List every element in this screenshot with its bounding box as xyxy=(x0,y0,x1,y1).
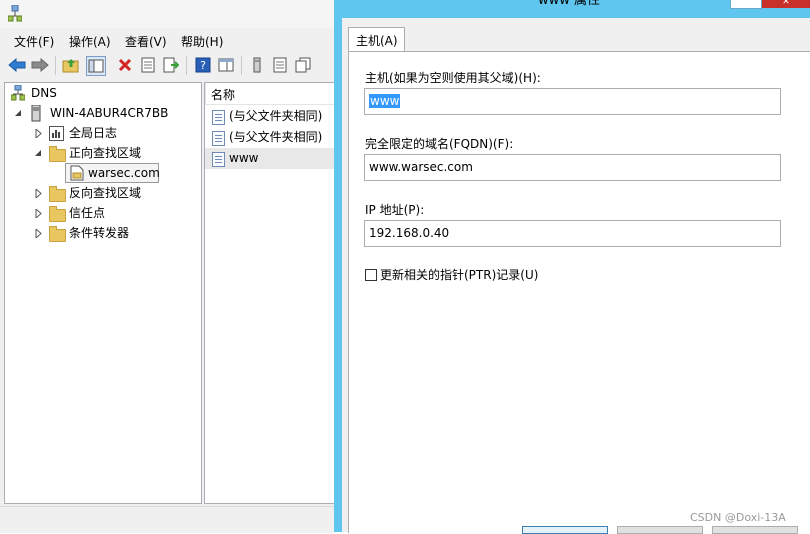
cancel-button[interactable] xyxy=(617,526,703,534)
menu-file[interactable]: 文件(F) xyxy=(14,33,54,50)
toolbar: ? xyxy=(0,52,334,79)
delete-icon[interactable] xyxy=(116,56,134,74)
ip-address-input[interactable]: 192.168.0.40 xyxy=(364,220,781,247)
column-header-label: 名称 xyxy=(211,88,236,102)
tree-item-label: warsec.com xyxy=(88,166,160,180)
menu-action[interactable]: 操作(A) xyxy=(69,33,111,50)
record-name: (与父文件夹相同) xyxy=(229,109,323,123)
show-tree-icon[interactable] xyxy=(86,56,106,76)
collapsed-arrow-icon[interactable] xyxy=(35,209,42,218)
column-header-name[interactable]: 名称 xyxy=(205,83,335,105)
list-item[interactable]: (与父文件夹相同) xyxy=(205,127,335,148)
tree-item-label: 条件转发器 xyxy=(69,226,130,240)
record-icon xyxy=(212,152,225,167)
records-list: 名称 (与父文件夹相同) (与父文件夹相同) www xyxy=(204,82,335,504)
up-folder-icon[interactable] xyxy=(62,56,80,74)
svg-text:?: ? xyxy=(200,59,206,72)
properties-icon[interactable] xyxy=(139,56,157,74)
dns-icon xyxy=(11,85,25,101)
record-icon xyxy=(212,110,225,125)
menu-view[interactable]: 查看(V) xyxy=(125,33,167,50)
apply-button[interactable] xyxy=(712,526,798,534)
expanded-arrow-icon[interactable] xyxy=(15,110,23,118)
server-icon xyxy=(31,105,41,122)
collapsed-arrow-icon[interactable] xyxy=(35,229,42,238)
record-list-icon[interactable] xyxy=(271,56,289,74)
tree-item-label: 反向查找区域 xyxy=(69,186,142,200)
copy-records-icon[interactable] xyxy=(294,56,312,74)
record-name: www xyxy=(229,151,259,165)
ip-address-value: 192.168.0.40 xyxy=(369,226,450,240)
fqdn-value: www.warsec.com xyxy=(369,160,473,174)
tab-host[interactable]: 主机(A) xyxy=(348,27,405,52)
host-label: 主机(如果为空则使用其父域)(H): xyxy=(365,71,541,85)
dns-app-icon xyxy=(8,5,22,22)
tree-item-label: 正向查找区域 xyxy=(69,146,142,160)
ptr-checkbox[interactable] xyxy=(365,269,377,281)
tab-panel-host xyxy=(348,51,810,533)
ok-button[interactable] xyxy=(522,526,608,534)
host-input[interactable]: www xyxy=(364,88,781,115)
record-icon xyxy=(212,131,225,146)
toolbar-separator xyxy=(55,56,56,75)
tab-label: 主机(A) xyxy=(356,34,398,48)
folder-icon xyxy=(49,146,66,162)
menu-help[interactable]: 帮助(H) xyxy=(181,33,223,50)
collapsed-arrow-icon[interactable] xyxy=(35,189,42,198)
export-list-icon[interactable] xyxy=(162,56,180,74)
help-icon[interactable]: ? xyxy=(194,56,212,74)
dialog-title: www 属性 xyxy=(538,0,601,8)
zone-document-icon xyxy=(70,165,84,181)
show-action-pane-icon[interactable] xyxy=(217,56,235,74)
list-item[interactable]: (与父文件夹相同) xyxy=(205,106,335,127)
server-icon[interactable] xyxy=(248,56,266,74)
dns-manager-window: 文件(F) 操作(A) 查看(V) 帮助(H) ? DNS WIN-4ABUR4… xyxy=(0,0,335,533)
folder-icon xyxy=(49,206,66,222)
host-input-value: www xyxy=(369,94,401,108)
toolbar-separator xyxy=(186,56,187,75)
fqdn-field[interactable]: www.warsec.com xyxy=(364,154,781,181)
tree-item-zone-warsec[interactable]: warsec.com xyxy=(65,163,160,183)
back-arrow-icon[interactable] xyxy=(8,56,26,74)
menu-bar: 文件(F) 操作(A) 查看(V) 帮助(H) xyxy=(0,30,334,52)
tree-item-label: DNS xyxy=(31,86,57,100)
record-name: (与父文件夹相同) xyxy=(229,130,323,144)
close-icon: ✕ xyxy=(782,0,790,7)
log-icon xyxy=(49,126,64,141)
collapsed-arrow-icon[interactable] xyxy=(35,129,42,138)
expanded-arrow-icon[interactable] xyxy=(35,150,43,158)
ip-address-label: IP 地址(P): xyxy=(365,203,425,217)
close-button[interactable]: ✕ xyxy=(762,0,810,8)
column-divider xyxy=(205,83,206,104)
forward-arrow-icon[interactable] xyxy=(31,56,49,74)
minimize-button[interactable] xyxy=(730,0,762,9)
tree-item-label: 信任点 xyxy=(69,206,106,220)
tree-item-label: 全局日志 xyxy=(69,126,118,140)
list-item-selected[interactable]: www xyxy=(205,148,335,169)
toolbar-separator xyxy=(241,56,242,75)
tree-item-label: WIN-4ABUR4CR7BB xyxy=(50,106,169,120)
ptr-checkbox-label[interactable]: 更新相关的指针(PTR)记录(U) xyxy=(380,266,538,283)
title-strip xyxy=(0,0,334,28)
watermark: CSDN @Doxi-13A xyxy=(690,511,786,524)
folder-icon xyxy=(49,186,66,202)
status-bar xyxy=(0,506,334,533)
folder-icon xyxy=(49,226,66,242)
fqdn-label: 完全限定的域名(FQDN)(F): xyxy=(365,137,514,151)
console-tree: DNS WIN-4ABUR4CR7BB 全局日志 正向查找区域 warsec.c… xyxy=(4,82,202,504)
